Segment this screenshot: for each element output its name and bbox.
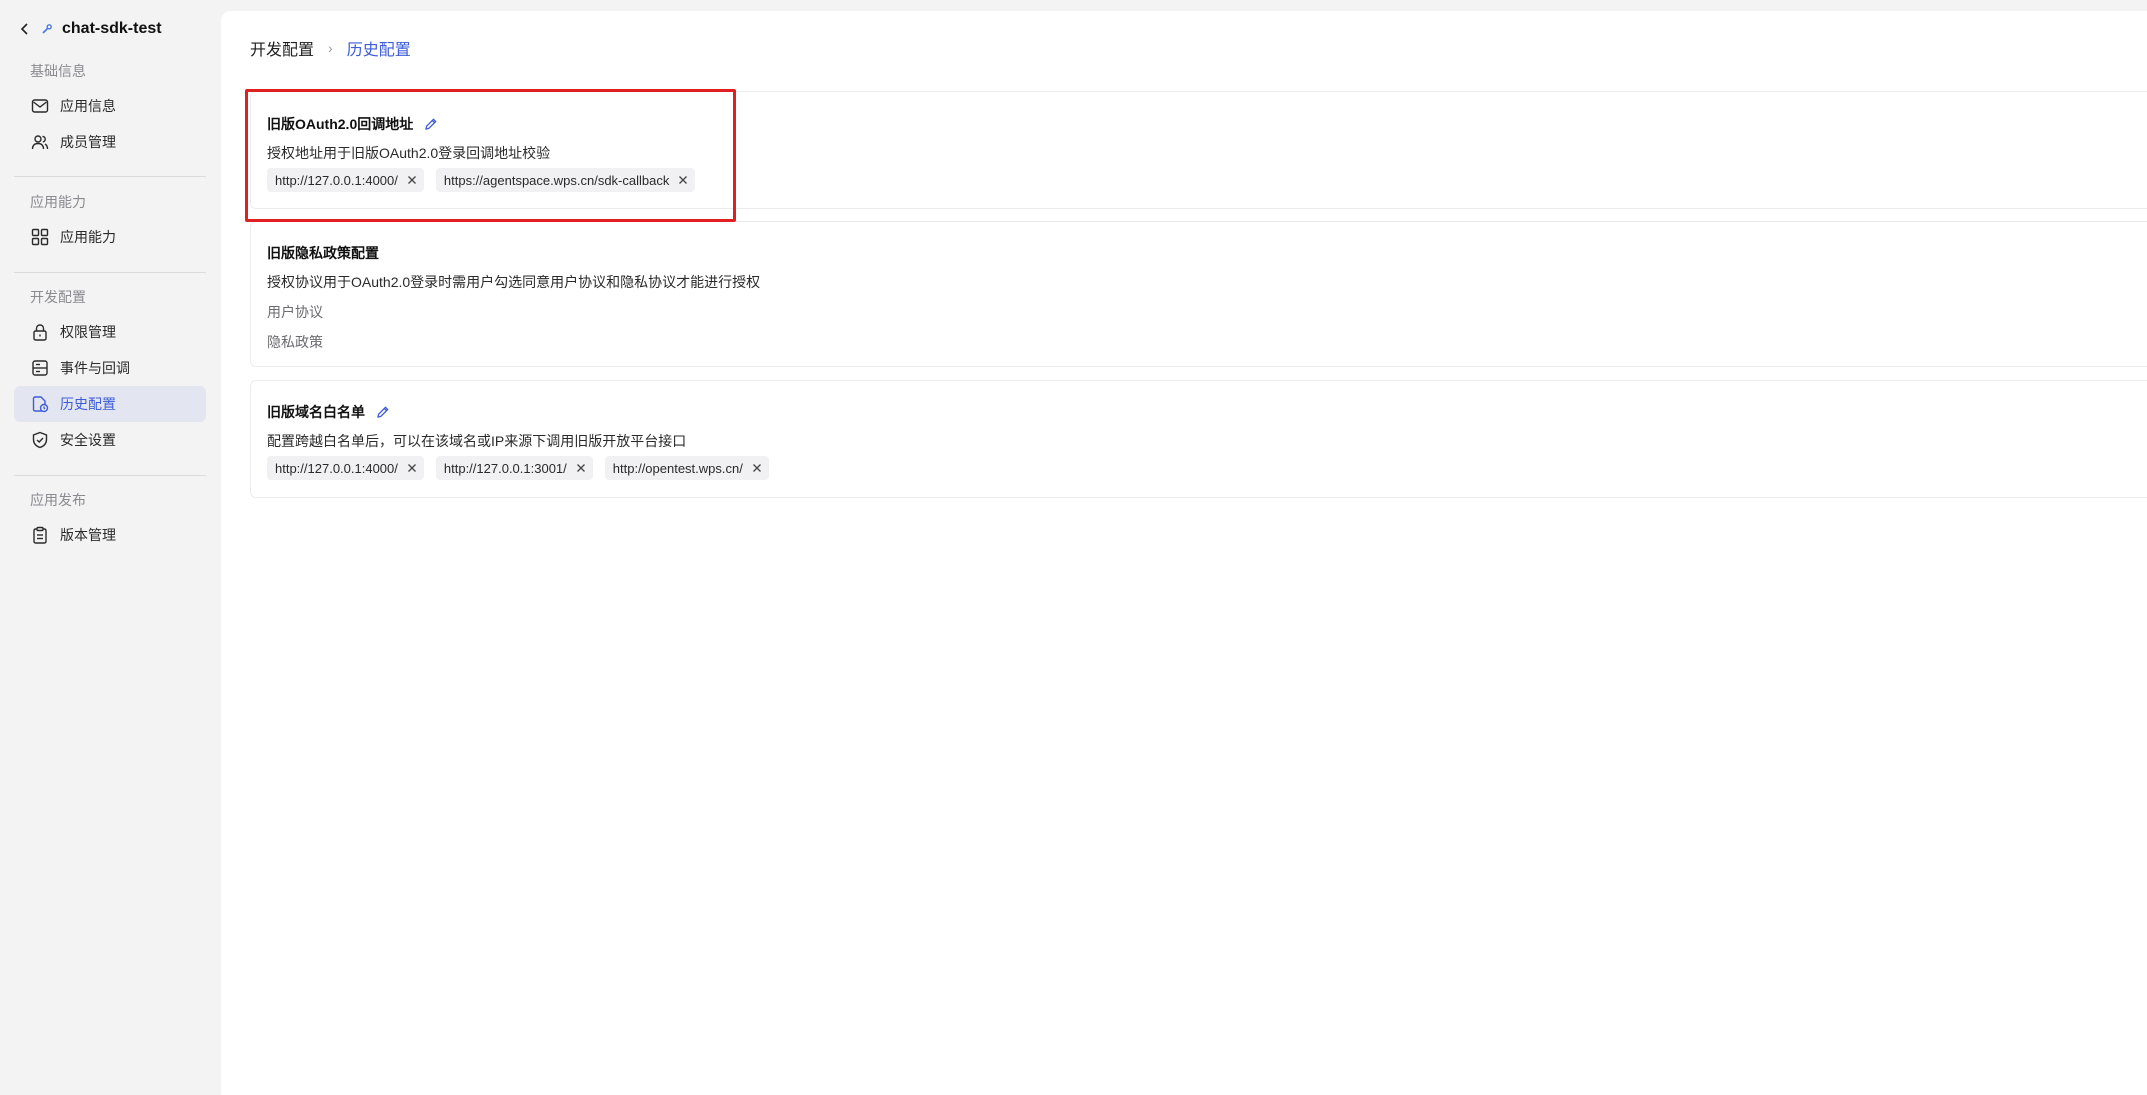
sidebar-item-label: 权限管理 [60, 324, 116, 340]
domain-whitelist-card: 旧版域名白名单 配置跨越白名单后，可以在该域名或IP来源下调用旧版开放平台接口 … [250, 380, 2147, 498]
oauth-tag-list: http://127.0.0.1:4000/ https://agentspac… [267, 168, 696, 192]
url-tag: https://agentspace.wps.cn/sdk-callback [435, 168, 696, 192]
divider [14, 272, 206, 273]
oauth-callback-card: 旧版OAuth2.0回调地址 授权地址用于旧版OAuth2.0登录回调地址校验 … [250, 91, 2147, 209]
tag-label: http://127.0.0.1:3001/ [443, 460, 567, 476]
sidebar-item-label: 安全设置 [60, 432, 116, 448]
privacy-policy-link[interactable]: 隐私政策 [267, 332, 323, 352]
grid-icon [30, 227, 50, 247]
whitelist-card-description: 配置跨越白名单后，可以在该域名或IP来源下调用旧版开放平台接口 [267, 433, 687, 449]
url-tag: http://127.0.0.1:3001/ [435, 456, 593, 480]
url-tag: http://127.0.0.1:4000/ [267, 168, 424, 192]
event-icon [30, 358, 50, 378]
wrench-icon [38, 16, 56, 42]
sidebar-item-label: 成员管理 [60, 134, 116, 150]
tag-label: http://opentest.wps.cn/ [612, 460, 743, 476]
close-icon[interactable] [751, 462, 763, 474]
url-tag: http://opentest.wps.cn/ [604, 456, 769, 480]
divider [14, 176, 206, 177]
clipboard-icon [30, 525, 50, 545]
sidebar: chat-sdk-test 基础信息 应用信息 成员管理 应用能力 应用能力 开… [0, 0, 221, 1095]
sidebar-item-label: 版本管理 [60, 527, 116, 543]
divider [14, 475, 206, 476]
envelope-icon [30, 96, 50, 116]
sidebar-item-label: 应用信息 [60, 98, 116, 114]
close-icon[interactable] [575, 462, 587, 474]
users-icon [30, 132, 50, 152]
breadcrumb-current: 历史配置 [346, 42, 411, 59]
privacy-policy-card: 旧版隐私政策配置 授权协议用于OAuth2.0登录时需用户勾选同意用户协议和隐私… [250, 221, 2147, 367]
history-file-icon [30, 394, 50, 414]
sidebar-item-history-config[interactable]: 历史配置 [14, 386, 206, 422]
edit-pencil-icon[interactable] [375, 404, 391, 420]
sidebar-item-events-callbacks[interactable]: 事件与回调 [14, 350, 206, 386]
tag-label: http://127.0.0.1:4000/ [275, 460, 398, 476]
sidebar-item-label: 事件与回调 [60, 360, 130, 376]
chevron-left-icon [20, 23, 28, 35]
nav-group-title-basic: 基础信息 [30, 63, 86, 79]
card-title: 旧版OAuth2.0回调地址 [267, 114, 439, 134]
sidebar-item-security[interactable]: 安全设置 [14, 422, 206, 458]
main-content: 开发配置 › 历史配置 旧版OAuth2.0回调地址 授权地址用于旧版OAuth… [221, 11, 2147, 1095]
tag-label: http://127.0.0.1:4000/ [275, 172, 398, 188]
nav-group-title-capability: 应用能力 [30, 194, 86, 210]
sidebar-item-permissions[interactable]: 权限管理 [14, 314, 206, 350]
sidebar-item-label: 历史配置 [60, 396, 116, 412]
sidebar-item-members[interactable]: 成员管理 [14, 124, 206, 160]
tag-label: https://agentspace.wps.cn/sdk-callback [443, 172, 670, 188]
user-agreement-link[interactable]: 用户协议 [267, 302, 323, 322]
breadcrumb-root[interactable]: 开发配置 [250, 36, 314, 60]
close-icon[interactable] [406, 462, 418, 474]
oauth-card-title: 旧版OAuth2.0回调地址 [267, 116, 414, 132]
breadcrumb-separator: › [328, 40, 333, 56]
breadcrumb: 开发配置 › 历史配置 [250, 36, 411, 60]
close-icon[interactable] [406, 174, 418, 186]
sidebar-item-label: 应用能力 [60, 229, 116, 245]
whitelist-card-title: 旧版域名白名单 [267, 404, 365, 420]
shield-icon [30, 430, 50, 450]
whitelist-tag-list: http://127.0.0.1:4000/ http://127.0.0.1:… [267, 456, 769, 480]
nav-group-title-dev-config: 开发配置 [30, 289, 86, 305]
privacy-card-description: 授权协议用于OAuth2.0登录时需用户勾选同意用户协议和隐私协议才能进行授权 [267, 274, 761, 290]
nav-group-title-release: 应用发布 [30, 492, 86, 508]
privacy-card-title: 旧版隐私政策配置 [267, 245, 379, 261]
close-icon[interactable] [677, 174, 689, 186]
edit-pencil-icon[interactable] [423, 116, 439, 132]
card-title: 旧版域名白名单 [267, 402, 391, 422]
app-header: chat-sdk-test [16, 16, 162, 42]
lock-icon [30, 322, 50, 342]
oauth-card-description: 授权地址用于旧版OAuth2.0登录回调地址校验 [267, 145, 551, 161]
sidebar-item-capability[interactable]: 应用能力 [14, 219, 206, 255]
sidebar-item-versions[interactable]: 版本管理 [14, 517, 206, 553]
url-tag: http://127.0.0.1:4000/ [267, 456, 424, 480]
back-button[interactable] [16, 16, 34, 42]
card-title: 旧版隐私政策配置 [267, 243, 379, 263]
sidebar-item-app-info[interactable]: 应用信息 [14, 88, 206, 124]
app-name: chat-sdk-test [62, 20, 162, 37]
